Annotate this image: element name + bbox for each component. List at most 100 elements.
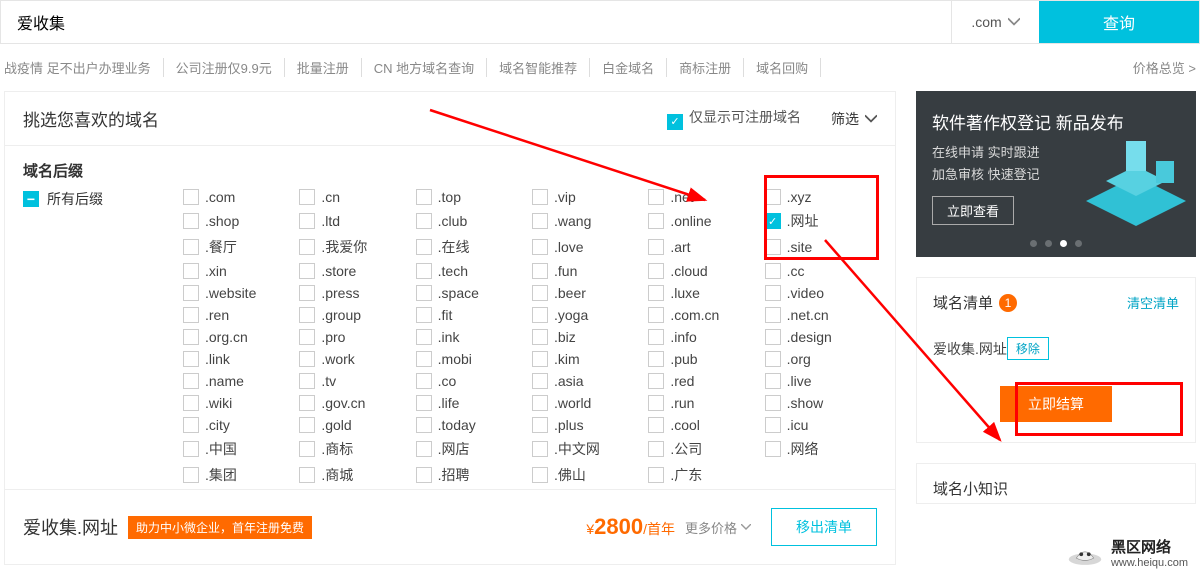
tld-checkbox[interactable]: .tv [299, 373, 411, 389]
domain-search-input[interactable] [1, 1, 951, 43]
tld-checkbox[interactable]: .中国 [183, 439, 295, 459]
nav-link[interactable]: 白金域名 [590, 58, 667, 77]
tld-checkbox[interactable]: .gold [299, 417, 411, 433]
tld-checkbox[interactable]: .art [648, 237, 760, 257]
only-registerable-checkbox[interactable]: ✓仅显示可注册域名 [667, 107, 801, 130]
more-price-link[interactable]: 更多价格 [685, 518, 751, 537]
tld-checkbox[interactable]: .life [416, 395, 528, 411]
tld-checkbox[interactable]: .招聘 [416, 465, 528, 485]
nav-link[interactable]: 批量注册 [285, 58, 362, 77]
tld-checkbox[interactable]: .live [765, 373, 877, 389]
cart-clear-link[interactable]: 清空清单 [1127, 293, 1179, 312]
promo-cta[interactable]: 立即查看 [932, 196, 1014, 225]
tld-checkbox[interactable]: .ltd [299, 211, 411, 231]
tld-checkbox[interactable]: .site [765, 237, 877, 257]
tld-checkbox[interactable]: .name [183, 373, 295, 389]
tld-checkbox[interactable]: .我爱你 [299, 237, 411, 257]
tld-checkbox[interactable]: .online [648, 211, 760, 231]
tld-checkbox[interactable]: .space [416, 285, 528, 301]
tld-checkbox[interactable]: .xyz [765, 189, 877, 205]
tld-checkbox[interactable]: .com [183, 189, 295, 205]
tld-checkbox[interactable]: .餐厅 [183, 237, 295, 257]
tld-checkbox[interactable]: .公司 [648, 439, 760, 459]
nav-link[interactable]: 公司注册仅9.9元 [164, 58, 285, 77]
tld-checkbox[interactable]: .red [648, 373, 760, 389]
tld-checkbox[interactable]: .store [299, 263, 411, 279]
tld-checkbox[interactable]: .在线 [416, 237, 528, 257]
tld-checkbox[interactable]: .co [416, 373, 528, 389]
tld-checkbox[interactable]: .pub [648, 351, 760, 367]
tld-checkbox[interactable]: .plus [532, 417, 644, 433]
tld-checkbox[interactable]: .video [765, 285, 877, 301]
checkout-button[interactable]: 立即结算 [1000, 386, 1112, 422]
tld-checkbox[interactable]: .商标 [299, 439, 411, 459]
all-suffix-toggle[interactable]: − 所有后缀 [23, 189, 183, 209]
nav-link[interactable]: 域名智能推荐 [487, 58, 590, 77]
tld-checkbox[interactable]: .shop [183, 211, 295, 231]
promo-card[interactable]: 软件著作权登记 新品发布 在线申请 实时跟进 加急审核 快速登记 立即查看 [916, 91, 1196, 257]
tld-checkbox[interactable]: .biz [532, 329, 644, 345]
tld-checkbox[interactable]: .icu [765, 417, 877, 433]
tld-checkbox[interactable]: .world [532, 395, 644, 411]
tld-checkbox[interactable]: .love [532, 237, 644, 257]
tld-checkbox[interactable]: .com.cn [648, 307, 760, 323]
tld-checkbox[interactable]: .vip [532, 189, 644, 205]
tld-checkbox[interactable]: ✓.网址 [765, 211, 877, 231]
tld-checkbox[interactable]: .run [648, 395, 760, 411]
tld-checkbox[interactable]: .group [299, 307, 411, 323]
tld-checkbox[interactable]: .fun [532, 263, 644, 279]
tld-checkbox[interactable]: .luxe [648, 285, 760, 301]
tld-checkbox[interactable]: .show [765, 395, 877, 411]
tld-checkbox[interactable]: .fit [416, 307, 528, 323]
tld-checkbox[interactable]: .net [648, 189, 760, 205]
tld-checkbox[interactable]: .网店 [416, 439, 528, 459]
tld-checkbox[interactable]: .cc [765, 263, 877, 279]
tld-checkbox[interactable]: .商城 [299, 465, 411, 485]
filter-toggle[interactable]: 筛选 [831, 109, 877, 129]
tld-checkbox[interactable]: .work [299, 351, 411, 367]
tld-checkbox[interactable]: .org [765, 351, 877, 367]
tld-checkbox[interactable]: .beer [532, 285, 644, 301]
nav-link[interactable]: 商标注册 [667, 58, 744, 77]
carousel-dots[interactable] [1030, 240, 1082, 247]
tld-checkbox[interactable]: .gov.cn [299, 395, 411, 411]
tld-checkbox[interactable]: .link [183, 351, 295, 367]
nav-link[interactable]: 战疫情 足不出户办理业务 [4, 58, 164, 77]
tld-checkbox[interactable]: .ink [416, 329, 528, 345]
tld-checkbox[interactable]: .info [648, 329, 760, 345]
tld-checkbox[interactable]: .佛山 [532, 465, 644, 485]
tld-checkbox[interactable]: .ren [183, 307, 295, 323]
tld-checkbox[interactable]: .net.cn [765, 307, 877, 323]
tld-checkbox[interactable]: .city [183, 417, 295, 433]
tld-checkbox[interactable]: .wang [532, 211, 644, 231]
tld-checkbox[interactable]: .广东 [648, 465, 760, 485]
search-button[interactable]: 查询 [1039, 1, 1199, 43]
tld-checkbox[interactable]: .design [765, 329, 877, 345]
tld-checkbox[interactable]: .cool [648, 417, 760, 433]
nav-link[interactable]: 域名回购 [744, 58, 821, 77]
tld-checkbox[interactable]: .top [416, 189, 528, 205]
price-overview-link[interactable]: 价格总览 > [1133, 58, 1196, 77]
tld-checkbox[interactable]: .网络 [765, 439, 877, 459]
tld-checkbox[interactable]: .asia [532, 373, 644, 389]
tld-checkbox[interactable]: .cloud [648, 263, 760, 279]
tld-checkbox[interactable]: .today [416, 417, 528, 433]
cart-item-remove[interactable]: 移除 [1007, 337, 1049, 360]
nav-link[interactable]: CN 地方域名查询 [362, 58, 487, 77]
tld-checkbox[interactable]: .pro [299, 329, 411, 345]
tld-checkbox[interactable]: .wiki [183, 395, 295, 411]
tld-checkbox[interactable]: .mobi [416, 351, 528, 367]
tld-dropdown[interactable]: .com [951, 1, 1039, 43]
tld-checkbox[interactable]: .press [299, 285, 411, 301]
tld-checkbox[interactable]: .集团 [183, 465, 295, 485]
tld-checkbox[interactable]: .中文网 [532, 439, 644, 459]
tld-checkbox[interactable]: .yoga [532, 307, 644, 323]
tld-checkbox[interactable]: .org.cn [183, 329, 295, 345]
tld-checkbox[interactable]: .website [183, 285, 295, 301]
tld-checkbox[interactable]: .cn [299, 189, 411, 205]
tld-checkbox[interactable]: .tech [416, 263, 528, 279]
remove-from-list-button[interactable]: 移出清单 [771, 508, 877, 546]
tld-checkbox[interactable]: .club [416, 211, 528, 231]
tld-checkbox[interactable]: .kim [532, 351, 644, 367]
tld-checkbox[interactable]: .xin [183, 263, 295, 279]
